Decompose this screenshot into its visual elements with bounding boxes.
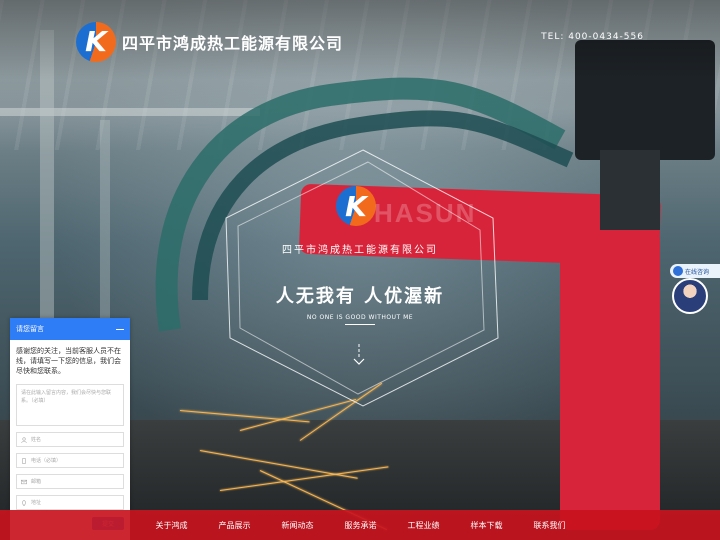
- email-field[interactable]: 邮箱: [16, 474, 124, 489]
- email-placeholder: 邮箱: [31, 479, 42, 485]
- phone-placeholder: 电话（必填）: [31, 458, 62, 464]
- phone-number: TEL: 400-0434-556: [541, 32, 644, 42]
- hero-company-name: 四平市鸿成热工能源有限公司: [282, 245, 438, 256]
- scroll-down-icon[interactable]: [352, 344, 366, 366]
- bottom-nav: 关于鸿成 产品展示 新闻动态 服务承诺 工程业绩 样本下载 联系我们: [0, 510, 720, 540]
- address-placeholder: 地址: [31, 500, 42, 506]
- nav-service[interactable]: 服务承诺: [329, 510, 392, 540]
- user-icon: [21, 436, 27, 443]
- message-panel: 请您留言 感谢您的关注，当前客服人员不在线，请填写一下您的信息，我们会尽快和您联…: [10, 318, 130, 540]
- location-icon: [22, 499, 26, 506]
- nav-contact[interactable]: 联系我们: [518, 510, 581, 540]
- hero-logo-icon: K: [336, 186, 376, 226]
- nav-about[interactable]: 关于鸿成: [140, 510, 203, 540]
- message-panel-header: 请您留言: [10, 318, 130, 340]
- name-field[interactable]: 姓名: [16, 432, 124, 447]
- hero-brand-text: HASUN: [374, 198, 477, 228]
- company-name: 四平市鸿成热工能源有限公司: [122, 34, 344, 53]
- nav-items: 关于鸿成 产品展示 新闻动态 服务承诺 工程业绩 样本下载 联系我们: [140, 510, 581, 540]
- message-textarea[interactable]: 请在此输入留言内容，我们会尽快与您联系。（必填）: [16, 384, 124, 426]
- agent-avatar: [672, 278, 708, 314]
- message-panel-title: 请您留言: [16, 325, 44, 333]
- chat-icon: [673, 266, 683, 276]
- hero-logo-letter: K: [345, 189, 367, 223]
- mail-icon: [21, 479, 27, 484]
- tagline-underline: [345, 324, 375, 325]
- logo-letter: K: [85, 25, 107, 58]
- nav-products[interactable]: 产品展示: [203, 510, 266, 540]
- nav-projects[interactable]: 工程业绩: [392, 510, 455, 540]
- online-consult-widget[interactable]: 在线咨询: [670, 264, 720, 314]
- nav-downloads[interactable]: 样本下载: [455, 510, 518, 540]
- minimize-icon[interactable]: [116, 328, 124, 330]
- name-placeholder: 姓名: [31, 437, 42, 443]
- site-logo[interactable]: K 四平市鸿成热工能源有限公司: [76, 22, 343, 62]
- consult-label: 在线咨询: [685, 268, 710, 276]
- phone-icon: [22, 457, 26, 464]
- logo-mark-icon: K: [76, 22, 116, 62]
- hero-slogan: 人无我有 人优渥新: [275, 286, 445, 307]
- site-header: K 四平市鸿成热工能源有限公司 TEL: 400-0434-556: [0, 0, 720, 80]
- nav-news[interactable]: 新闻动态: [266, 510, 329, 540]
- phone-field[interactable]: 电话（必填）: [16, 453, 124, 468]
- address-field[interactable]: 地址: [16, 495, 124, 510]
- consult-badge[interactable]: 在线咨询: [670, 264, 720, 278]
- message-intro: 感谢您的关注，当前客服人员不在线，请填写一下您的信息，我们会尽快和您联系。: [16, 347, 121, 375]
